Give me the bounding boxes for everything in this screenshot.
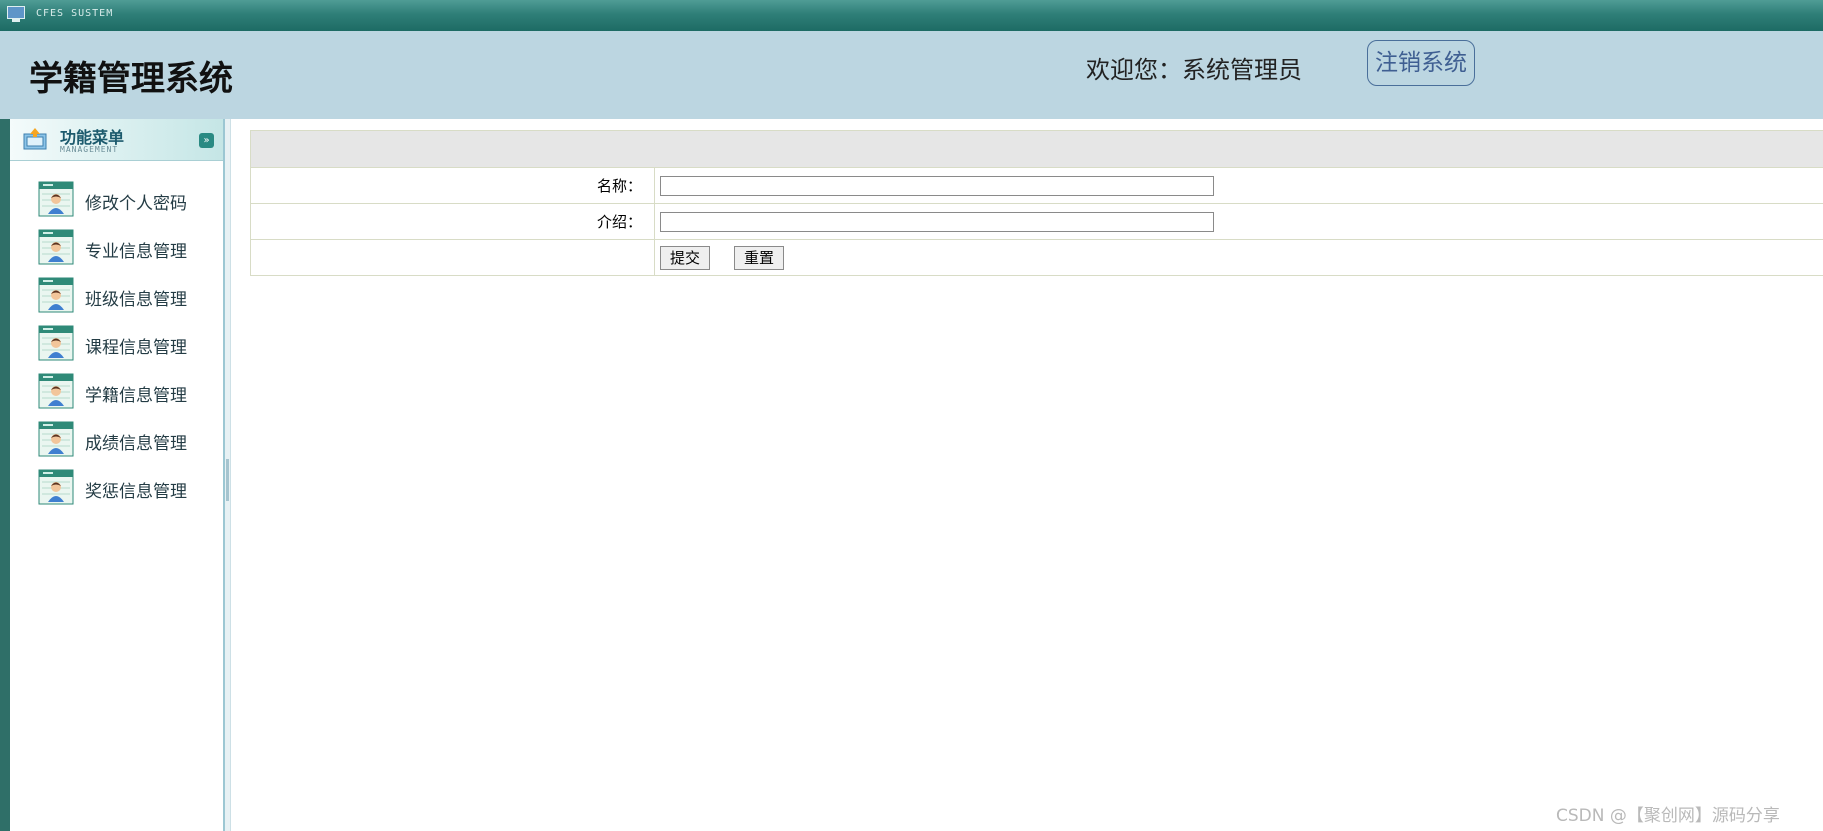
- user-card-icon: [38, 469, 74, 505]
- sidebar-item-label: 班级信息管理: [85, 290, 187, 310]
- menu-folder-icon: [23, 128, 47, 150]
- edit-form: 名称： 介绍： 提交 重置: [250, 130, 1823, 276]
- reset-button[interactable]: 重置: [734, 245, 785, 270]
- sidebar-item-change-password[interactable]: 修改个人密码: [10, 181, 223, 229]
- form-header-cell: [250, 130, 1823, 168]
- menu-header: 功能菜单 MANAGEMENT »: [10, 119, 223, 161]
- sidebar-item-label: 成绩信息管理: [85, 434, 187, 454]
- name-label: 名称：: [250, 167, 655, 204]
- sidebar-item-label: 专业信息管理: [85, 242, 187, 262]
- sidebar-item-course-info[interactable]: 课程信息管理: [10, 325, 223, 373]
- logout-button[interactable]: 注销系统: [1367, 40, 1475, 86]
- resize-grip-icon[interactable]: [226, 459, 229, 501]
- name-input[interactable]: [660, 175, 1214, 196]
- window-title-bar: CFES SUSTEM: [0, 0, 1823, 31]
- form-row-actions: 提交 重置: [250, 239, 1823, 276]
- menu-list: 修改个人密码 专业信息管理 班级信息管理 课程信息管理 学籍信息管理 成绩信息管…: [10, 181, 223, 517]
- monitor-icon: [7, 6, 25, 22]
- user-card-icon: [38, 373, 74, 409]
- sidebar-item-label: 学籍信息管理: [85, 386, 187, 406]
- welcome-text: 欢迎您：系统管理员: [1086, 56, 1302, 84]
- app-title: 学籍管理系统: [29, 59, 233, 99]
- submit-button[interactable]: 提交: [660, 245, 711, 270]
- user-card-icon: [38, 325, 74, 361]
- form-header-row: [250, 130, 1823, 168]
- page-header: 学籍管理系统 欢迎您：系统管理员 注销系统: [0, 31, 1823, 119]
- sidebar-item-major-info[interactable]: 专业信息管理: [10, 229, 223, 277]
- sidebar-item-enrollment-info[interactable]: 学籍信息管理: [10, 373, 223, 421]
- intro-label: 介绍：: [250, 203, 655, 240]
- name-field-cell: [654, 167, 1823, 204]
- sidebar-item-class-info[interactable]: 班级信息管理: [10, 277, 223, 325]
- watermark: CSDN @【聚创网】源码分享: [1556, 806, 1780, 826]
- sidebar: 功能菜单 MANAGEMENT » 修改个人密码 专业信息管理 班级信息管理 课…: [10, 119, 225, 831]
- sidebar-item-reward-info[interactable]: 奖惩信息管理: [10, 469, 223, 517]
- actions-label-cell: [250, 239, 655, 276]
- menu-subtitle: MANAGEMENT: [60, 145, 119, 154]
- form-row-name: 名称：: [250, 167, 1823, 204]
- sidebar-item-label: 修改个人密码: [85, 194, 187, 214]
- sidebar-edge: [0, 119, 10, 831]
- intro-input[interactable]: [660, 211, 1214, 232]
- form-row-intro: 介绍：: [250, 203, 1823, 240]
- user-card-icon: [38, 421, 74, 457]
- actions-cell: 提交 重置: [654, 239, 1823, 276]
- sidebar-item-label: 奖惩信息管理: [85, 482, 187, 502]
- user-card-icon: [38, 277, 74, 313]
- system-label: CFES SUSTEM: [36, 8, 114, 19]
- sidebar-item-grade-info[interactable]: 成绩信息管理: [10, 421, 223, 469]
- user-card-icon: [38, 229, 74, 265]
- collapse-chevron-icon[interactable]: »: [199, 133, 214, 148]
- user-card-icon: [38, 181, 74, 217]
- intro-field-cell: [654, 203, 1823, 240]
- sidebar-item-label: 课程信息管理: [85, 338, 187, 358]
- sidebar-resize-divider[interactable]: [225, 119, 231, 831]
